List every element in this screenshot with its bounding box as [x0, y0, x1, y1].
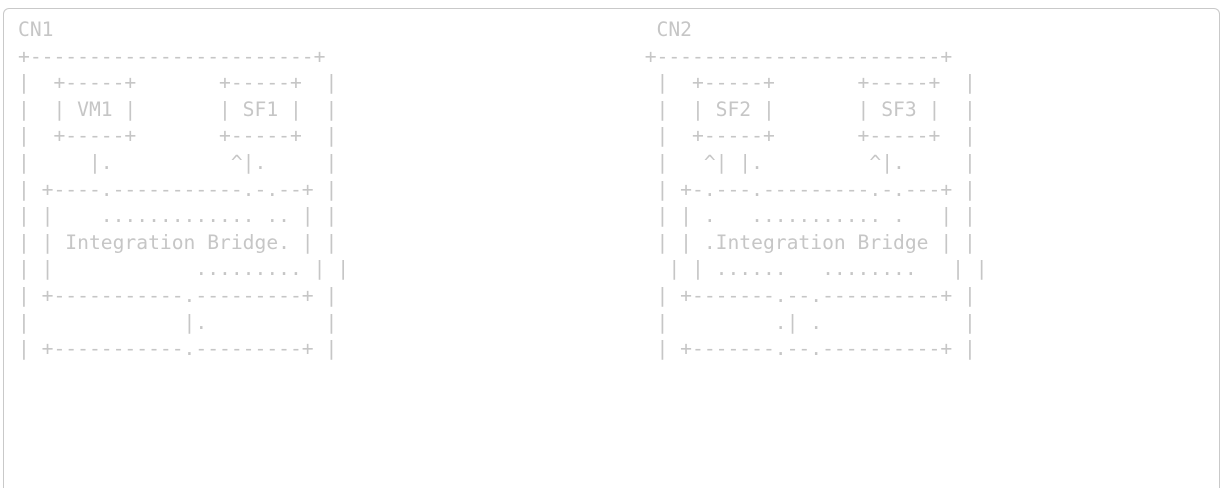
diagram-line-vm-sf-labels: | | VM1 | | SF1 | | | | SF2 | | SF3 | |	[18, 97, 976, 121]
diagram-line: +------------------------+ +------------…	[18, 44, 953, 68]
diagram-line: | +-----------.---------+ | | +-------.-…	[18, 283, 976, 307]
diagram-line: | +-----+ +-----+ | | +-----+ +-----+ |	[18, 71, 976, 95]
diagram-line-bridge-labels: | | Integration Bridge. | | | | .Integra…	[18, 230, 976, 254]
diagram-line: | |. | | .| . |	[18, 310, 976, 334]
diagram-line: | | ............. .. | | | | . .........…	[18, 204, 976, 228]
diagram-line: | +-----+ +-----+ | | +-----+ +-----+ |	[18, 124, 976, 148]
diagram-line: | +-----------.---------+ | | +-------.-…	[18, 337, 976, 361]
diagram-line: | | ......... | | | | ...... ........ | …	[18, 257, 988, 281]
diagram-line-node-labels: CN1 CN2	[18, 18, 693, 41]
diagram-line: | |. ^|. | | ^| |. ^|. |	[18, 150, 976, 174]
ascii-network-diagram: CN1 CN2 +------------------------+ +-----…	[18, 17, 988, 363]
diagram-line: | +----.-----------.-.--+ | | +-.---.---…	[18, 177, 976, 201]
